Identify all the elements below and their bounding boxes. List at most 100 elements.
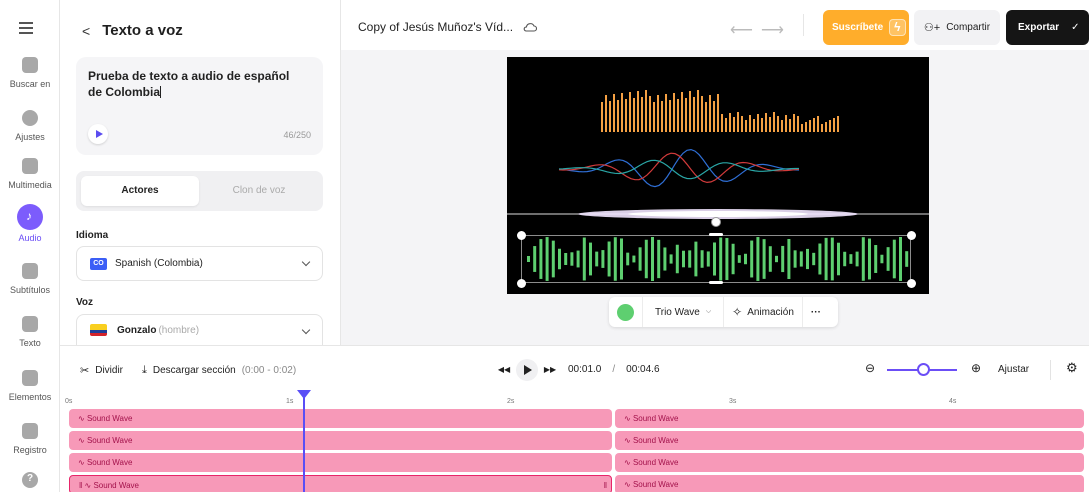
help-button[interactable]: ? (0, 472, 60, 488)
voice-label: Voz (76, 297, 94, 308)
canvas-area: Trio Wave ⌵ ✧ Animación ··· (341, 50, 1089, 345)
add-user-icon: ⚇+ (923, 22, 941, 34)
panel-header: < Texto a voz (82, 22, 183, 39)
timeline-controls: ✂ Dividir ⤓ Descargar sección (0:00 - 0:… (60, 345, 1089, 392)
download-icon: ⤓ (142, 364, 147, 376)
chevron-down-icon: ⌵ (705, 308, 712, 315)
sidebar-item-label: Buscar en (9, 79, 51, 89)
check-icon: ✓ (1071, 22, 1080, 33)
sidebar-item-media[interactable]: Multimedia (0, 158, 60, 190)
fast-forward-icon[interactable]: ▶▶ (539, 359, 561, 381)
resize-handle[interactable] (907, 231, 916, 240)
subtitles-icon (22, 263, 38, 279)
split-button[interactable]: ✂ Dividir (80, 364, 123, 377)
character-counter: 46/250 (283, 130, 311, 140)
back-arrow-icon[interactable]: < (82, 23, 90, 39)
more-options-button[interactable]: ··· (811, 307, 821, 318)
sidebar-item-elements[interactable]: Elementos (0, 370, 60, 402)
resize-handle[interactable] (709, 281, 723, 284)
left-rail: Buscar en Ajustes Multimedia ♪ Audio Sub… (0, 0, 60, 492)
play-icon (524, 365, 532, 375)
track-clip[interactable]: ∿ Sound Wave (615, 453, 1084, 472)
resize-handle[interactable] (517, 231, 526, 240)
subscribe-button[interactable]: Suscríbete (823, 10, 909, 45)
settings-icon (22, 110, 38, 126)
share-button[interactable]: ⚇+ Compartir (914, 10, 1000, 45)
language-label: Idioma (76, 230, 109, 241)
undo-icon[interactable]: ⟵ (730, 20, 753, 40)
track-clip[interactable]: ∿ Sound Wave (69, 409, 612, 428)
wave-icon: ∿ (78, 436, 87, 445)
track-clip[interactable]: ∿ Sound Wave (615, 475, 1084, 492)
preview-play-button[interactable] (88, 124, 108, 144)
top-bar: Copy of Jesús Muñoz's Víd... ⟵ ⟶ Suscríb… (341, 0, 1089, 50)
fit-button[interactable]: Ajustar (998, 364, 1029, 375)
zoom-in-icon[interactable]: ⊕ (971, 361, 981, 375)
tab-actors[interactable]: Actores (81, 176, 199, 206)
animation-button[interactable]: ✧ Animación (732, 305, 794, 319)
ruler-label: 1s (286, 398, 294, 405)
rotate-handle-icon[interactable] (711, 217, 721, 227)
voice-name: Gonzalo (117, 324, 157, 336)
colombia-flag-icon (90, 324, 107, 336)
total-time: 00:04.6 (626, 364, 660, 375)
record-icon (22, 423, 38, 439)
text-to-speech-panel: < Texto a voz Prueba de texto a audio de… (60, 0, 341, 345)
redo-icon[interactable]: ⟶ (761, 20, 784, 40)
trim-handle[interactable]: ‖ (604, 476, 607, 492)
track-clip[interactable]: ∿ Sound Wave (69, 453, 612, 472)
sidebar-item-label: Registro (13, 445, 47, 455)
sidebar-item-text[interactable]: Texto (0, 316, 60, 348)
wave-icon: ∿ (624, 480, 633, 489)
menu-icon[interactable] (19, 22, 33, 37)
music-icon: ♪ (17, 204, 43, 230)
chevron-down-icon (301, 325, 311, 335)
tts-text-area[interactable]: Prueba de texto a audio de español de Co… (76, 57, 323, 155)
sidebar-item-label: Ajustes (15, 132, 45, 142)
zoom-slider-knob[interactable] (917, 363, 930, 376)
export-button[interactable]: Exportar ✓ (1006, 10, 1089, 45)
voice-select[interactable]: Gonzalo (hombre) (76, 314, 323, 345)
tts-text-input[interactable]: Prueba de texto a audio de español de Co… (88, 68, 303, 100)
selected-track-clip[interactable]: ‖ ∿ Sound Wave ‖ (69, 475, 612, 492)
sidebar-item-record[interactable]: Registro (0, 423, 60, 455)
language-select[interactable]: CO Spanish (Colombia) (76, 246, 323, 281)
chevron-down-icon (301, 257, 311, 267)
style-dropdown[interactable]: Trio Wave ⌵ (651, 307, 715, 318)
ruler-label: 0s (65, 398, 73, 405)
video-preview[interactable] (507, 57, 929, 294)
track-clip[interactable]: ∿ Sound Wave (615, 409, 1084, 428)
element-toolbar: Trio Wave ⌵ ✧ Animación ··· (609, 297, 838, 327)
sidebar-item-label: Texto (19, 338, 41, 348)
resize-handle[interactable] (517, 279, 526, 288)
ruler-label: 4s (949, 398, 957, 405)
timeline-ruler: 0s 1s 2s 3s 4s (60, 392, 1089, 408)
tab-voice-clone[interactable]: Clon de voz (200, 176, 318, 206)
selection-box[interactable] (521, 235, 911, 283)
sidebar-item-label: Elementos (8, 392, 52, 402)
sidebar-item-subtitles[interactable]: Subtítulos (0, 263, 60, 295)
playhead[interactable] (297, 390, 311, 492)
sidebar-item-audio[interactable]: ♪ Audio (0, 204, 60, 243)
ruler-label: 3s (729, 398, 737, 405)
download-section-button[interactable]: ⤓ Descargar sección (0:00 - 0:02) (142, 364, 296, 377)
track-clip[interactable]: ∿ Sound Wave (69, 431, 612, 450)
color-picker[interactable] (617, 303, 634, 321)
sidebar-item-label: Subtítulos (9, 285, 51, 295)
sidebar-item-label: Audio (18, 233, 42, 243)
plus-icon (22, 158, 38, 174)
sidebar-item-search[interactable]: Buscar en (0, 57, 60, 89)
resize-handle[interactable] (907, 279, 916, 288)
animation-icon: ✧ (732, 305, 743, 319)
play-button[interactable] (516, 359, 538, 381)
resize-handle[interactable] (709, 233, 723, 236)
track-clip[interactable]: ∿ Sound Wave (615, 431, 1084, 450)
timeline-tracks: ∿ Sound Wave ∿ Sound Wave ∿ Sound Wave ∿… (60, 408, 1089, 492)
sidebar-item-settings[interactable]: Ajustes (0, 110, 60, 142)
project-title[interactable]: Copy of Jesús Muñoz's Víd... (358, 20, 538, 34)
voice-gender: (hombre) (158, 324, 200, 336)
panel-title: Texto a voz (102, 22, 183, 39)
rewind-icon[interactable]: ◀◀ (493, 359, 515, 381)
gear-icon[interactable]: ⚙ (1066, 360, 1078, 376)
zoom-out-icon[interactable]: ⊖ (865, 361, 875, 375)
